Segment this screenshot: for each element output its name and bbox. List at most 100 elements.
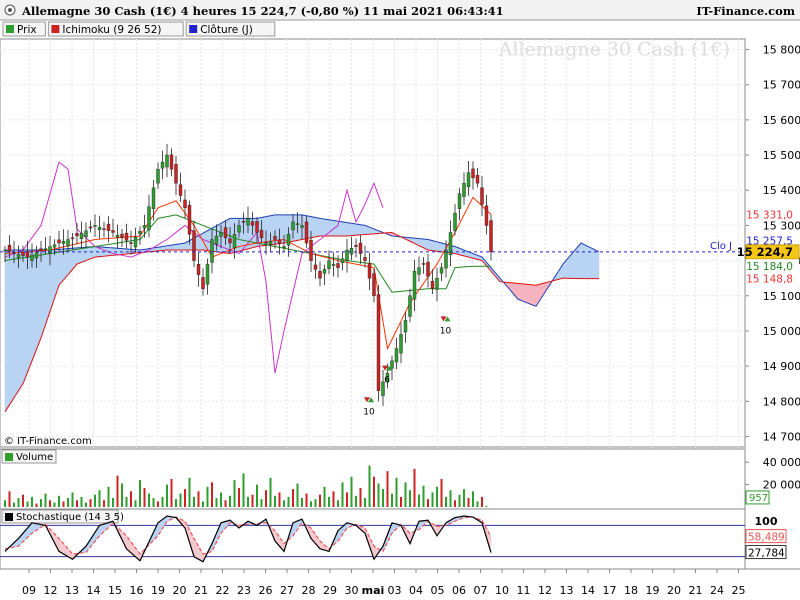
- price-labels: 15 331,015 257,515 224,715 184,015 148,8: [737, 207, 800, 286]
- price-label-4: 15 148,8: [746, 274, 793, 286]
- candle-body-92: [417, 267, 421, 275]
- volume-bar-45: [206, 486, 209, 507]
- volume-bar-59: [269, 477, 272, 507]
- candle-body-31: [142, 225, 147, 229]
- volume-bar-107: [485, 505, 488, 507]
- volume-bar-34: [157, 501, 159, 507]
- price-tick-label-9: 14 900: [763, 360, 800, 373]
- candle-body-108: [489, 220, 493, 253]
- volume-bar-83: [377, 483, 380, 507]
- candle-body-68: [309, 239, 313, 261]
- candle-body-25: [115, 234, 120, 238]
- candle-body-27: [124, 232, 129, 241]
- volume-axis: 40 000 20 000957: [745, 456, 800, 505]
- volume-bar-32: [148, 493, 150, 507]
- candle-body-8: [39, 248, 43, 251]
- volume-bar-69: [314, 499, 317, 507]
- volume-bar-35: [161, 496, 164, 507]
- volume-bar-80: [364, 498, 366, 507]
- volume-bar-24: [112, 498, 114, 507]
- volume-bar-67: [305, 493, 308, 507]
- volume-bar-30: [139, 480, 141, 507]
- volume-bar-13: [62, 501, 65, 507]
- volume-bar-15: [71, 492, 74, 507]
- cloud-segment-7: [36, 249, 42, 350]
- candle-body-94: [426, 261, 430, 277]
- date-label-21: 07: [474, 584, 488, 597]
- candle-body-1: [7, 244, 12, 252]
- volume-bar-5: [26, 501, 29, 507]
- candle-body-38: [174, 164, 178, 184]
- candle-body-96: [435, 277, 439, 290]
- date-label-14: 29: [323, 584, 337, 597]
- date-label-25: 13: [560, 584, 574, 597]
- volume-bar-31: [143, 487, 146, 507]
- volume-swatch: [5, 453, 13, 461]
- candle-body-102: [462, 183, 466, 197]
- candle-body-105: [475, 175, 480, 184]
- candle-body-53: [241, 221, 246, 223]
- volume-bar-52: [238, 487, 240, 507]
- candle-body-0: [3, 249, 7, 252]
- price-label-3: 15 184,0: [746, 261, 793, 273]
- cloud-segment-95: [432, 240, 438, 252]
- date-label-28: 18: [624, 584, 638, 597]
- volume-last-label: 957: [749, 493, 768, 504]
- candle-body-73: [331, 263, 336, 266]
- volume-bar-51: [233, 480, 236, 507]
- candle-body-80: [363, 257, 367, 261]
- candle-body-72: [327, 260, 331, 269]
- candle-body-82: [372, 273, 376, 296]
- price-tick-label-4: 15 400: [763, 184, 800, 197]
- volume-bar-102: [463, 489, 465, 507]
- volume-bar-42: [193, 496, 195, 507]
- volume-bar-1: [8, 491, 11, 507]
- candle-body-66: [300, 225, 304, 228]
- candle-body-26: [120, 233, 124, 238]
- volume-bar-73: [332, 491, 335, 507]
- volume-bar-76: [346, 492, 348, 507]
- candle-body-23: [106, 223, 111, 231]
- candle-body-46: [210, 239, 214, 263]
- volume-bar-99: [449, 490, 452, 507]
- date-label-23: 11: [517, 584, 531, 597]
- volume-bar-28: [130, 491, 132, 507]
- volume-bar-64: [292, 489, 294, 507]
- candle-body-69: [313, 264, 318, 270]
- volume-bar-89: [404, 482, 407, 507]
- candle-body-5: [25, 251, 30, 258]
- price-tick-label-11: 14 700: [763, 430, 800, 443]
- candle-body-106: [480, 187, 484, 205]
- candle-body-71: [322, 269, 327, 274]
- volume-bar-58: [265, 490, 267, 507]
- volume-bar-14: [67, 498, 69, 507]
- marker-label-1: 6: [384, 376, 390, 386]
- watermark: Allemagne 30 Cash (1€): [498, 39, 730, 61]
- volume-bar-29: [134, 500, 137, 507]
- date-axis: 09 12 13 14 15 16 19 20 21 22 23 26 27 28 29 30 mai 03 04 0…: [0, 568, 800, 600]
- candle-body-14: [66, 239, 70, 247]
- candle-body-40: [183, 199, 187, 209]
- cloud-segment-68: [310, 216, 316, 239]
- candle-body-88: [399, 334, 403, 354]
- volume-bar-62: [283, 500, 285, 507]
- stoch-d-label: 58,489: [748, 532, 785, 544]
- volume-bar-56: [256, 484, 258, 507]
- volume-bar-11: [53, 502, 56, 507]
- volume-bar-55: [251, 494, 254, 507]
- candle-body-43: [196, 264, 201, 275]
- candle-body-22: [102, 228, 106, 230]
- candle-body-33: [151, 187, 156, 209]
- volume-bar-103: [467, 498, 470, 507]
- volume-bar-60: [274, 495, 276, 507]
- cloud-segment-131: [594, 249, 600, 279]
- candle-body-3: [16, 254, 21, 258]
- volume-bar-68: [310, 501, 312, 507]
- price-label-0: 15 331,0: [746, 210, 793, 222]
- candle-body-67: [304, 221, 309, 244]
- volume-bar-75: [341, 482, 344, 507]
- volume-bar-0: [4, 500, 6, 507]
- candle-body-97: [439, 267, 444, 274]
- volume-bar-41: [188, 477, 191, 507]
- date-label-5: 16: [130, 584, 144, 597]
